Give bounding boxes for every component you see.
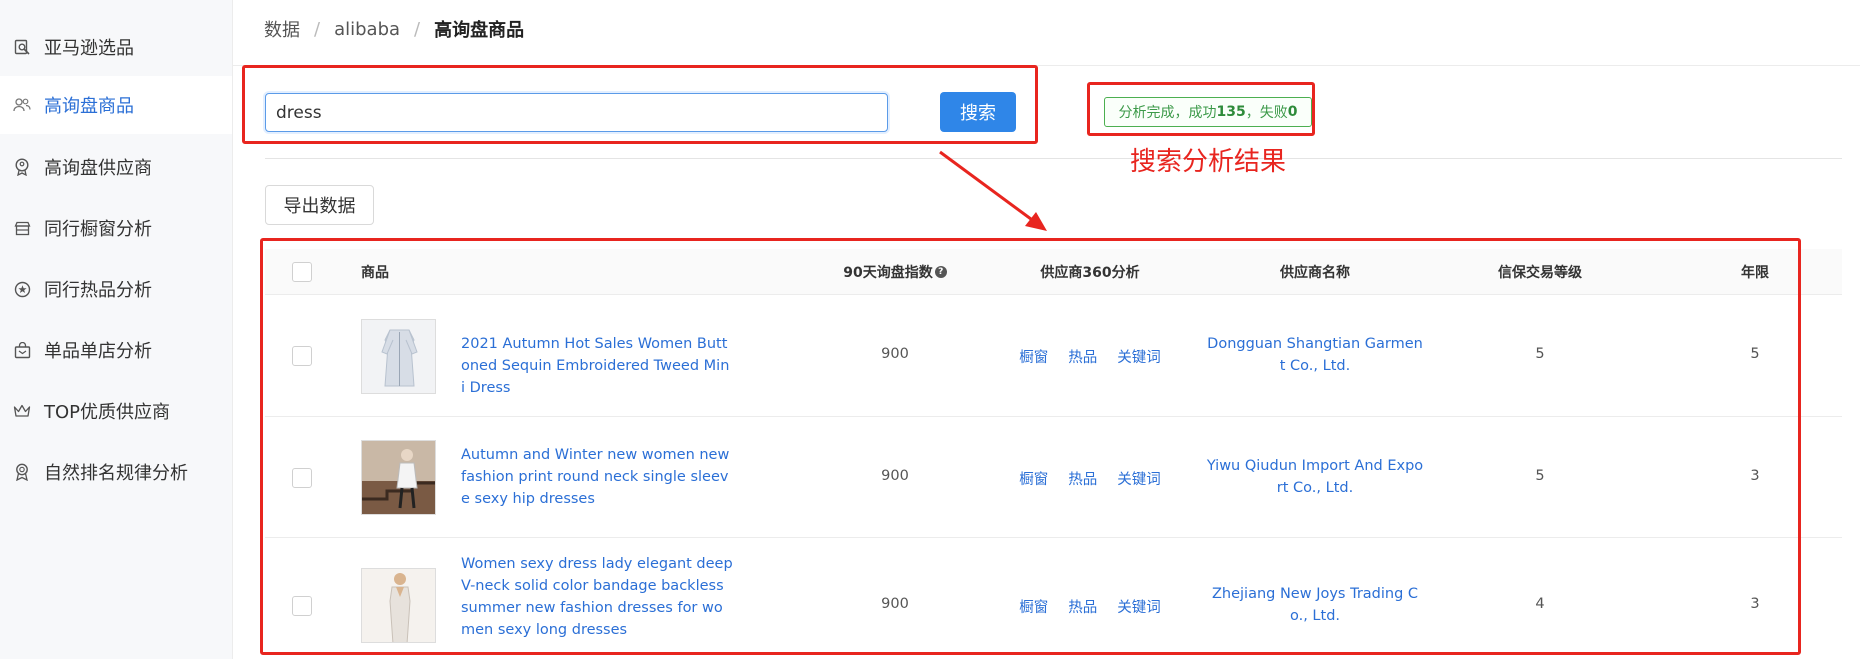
crown-icon	[13, 402, 31, 420]
shop-bag-icon	[13, 341, 31, 359]
breadcrumb-separator: /	[314, 18, 321, 40]
app-root: 亚马逊选品 高询盘商品 高询盘供应商 同行橱窗分析 同行热品分析 单品单店分析 …	[0, 0, 1860, 659]
sidebar: 亚马逊选品 高询盘商品 高询盘供应商 同行橱窗分析 同行热品分析 单品单店分析 …	[0, 0, 233, 659]
years: 3	[1750, 596, 1760, 612]
showcase-link[interactable]: 橱窗	[1019, 346, 1048, 367]
search-button[interactable]: 搜索	[940, 92, 1016, 132]
badge-icon	[13, 158, 31, 176]
row-checkbox[interactable]	[292, 596, 312, 616]
keywords-link[interactable]: 关键词	[1117, 596, 1161, 617]
divider	[233, 65, 1860, 66]
analysis-links: 橱窗 热品 关键词	[980, 468, 1200, 489]
export-data-button[interactable]: 导出数据	[265, 185, 374, 225]
search-input[interactable]	[265, 93, 888, 132]
sidebar-item-natural-ranking[interactable]: 自然排名规律分析	[0, 443, 232, 501]
breadcrumb-item-alibaba[interactable]: alibaba	[334, 19, 400, 40]
sidebar-item-label: 自然排名规律分析	[44, 463, 188, 484]
help-icon[interactable]: ?	[934, 266, 947, 278]
product-title-link[interactable]: 2021 Autumn Hot Sales Women Buttoned Seq…	[461, 333, 733, 399]
sidebar-item-label: 同行橱窗分析	[44, 219, 152, 240]
status-fail-count: 0	[1287, 104, 1298, 120]
breadcrumb: 数据 / alibaba / 高询盘商品	[264, 14, 524, 44]
hot-products-link[interactable]: 热品	[1068, 468, 1097, 489]
keywords-link[interactable]: 关键词	[1117, 468, 1161, 489]
product-thumbnail[interactable]	[361, 440, 436, 515]
years: 5	[1750, 346, 1760, 362]
supplier-name-link[interactable]: Zhejiang New Joys Trading Co., Ltd.	[1205, 583, 1425, 627]
analysis-links: 橱窗 热品 关键词	[980, 596, 1200, 617]
column-header-inquiry-label: 90天询盘指数	[843, 265, 933, 281]
showcase-link[interactable]: 橱窗	[1019, 468, 1048, 489]
hot-products-link[interactable]: 热品	[1068, 346, 1097, 367]
sidebar-item-label: 单品单店分析	[44, 341, 152, 362]
trade-level: 4	[1535, 596, 1545, 612]
award-icon	[13, 463, 31, 481]
product-title-link[interactable]: Autumn and Winter new women new fashion …	[461, 444, 733, 510]
star-circle-icon	[13, 280, 31, 298]
breadcrumb-separator: /	[414, 18, 421, 40]
sidebar-item-top-suppliers[interactable]: TOP优质供应商	[0, 382, 232, 440]
status-success-count: 135	[1216, 104, 1246, 120]
product-thumbnail[interactable]	[361, 319, 436, 394]
table-row: 2021 Autumn Hot Sales Women Buttoned Seq…	[265, 295, 1842, 417]
column-header-years: 年限	[1741, 265, 1769, 281]
sidebar-item-single-store-analysis[interactable]: 单品单店分析	[0, 321, 232, 379]
sidebar-item-competitor-hot-products[interactable]: 同行热品分析	[0, 260, 232, 318]
table-row: Women sexy dress lady elegant deep V-nec…	[265, 538, 1842, 659]
trade-level: 5	[1535, 468, 1545, 484]
users-icon	[13, 96, 31, 114]
status-middle: ，失败	[1245, 105, 1288, 121]
sidebar-item-label: 同行热品分析	[44, 280, 152, 301]
showcase-link[interactable]: 橱窗	[1019, 596, 1048, 617]
column-header-supplier: 供应商名称	[1280, 265, 1350, 281]
table-header: 商品 90天询盘指数? 供应商360分析 供应商名称 信保交易等级 年限	[265, 249, 1842, 295]
sidebar-item-competitor-showcase[interactable]: 同行橱窗分析	[0, 199, 232, 257]
row-checkbox[interactable]	[292, 468, 312, 488]
sidebar-item-amazon-selection[interactable]: 亚马逊选品	[0, 18, 232, 76]
supplier-name-link[interactable]: Dongguan Shangtian Garment Co., Ltd.	[1205, 333, 1425, 377]
sidebar-item-label: 亚马逊选品	[44, 38, 134, 59]
search-doc-icon	[13, 38, 31, 56]
product-title-link[interactable]: Women sexy dress lady elegant deep V-nec…	[461, 553, 733, 641]
trade-level: 5	[1535, 346, 1545, 362]
store-icon	[13, 219, 31, 237]
inquiry-index: 900	[881, 468, 909, 484]
inquiry-index: 900	[881, 596, 909, 612]
column-header-trade-level: 信保交易等级	[1498, 265, 1582, 281]
status-badge: 分析完成，成功 135 ，失败 0	[1104, 97, 1312, 127]
product-thumbnail[interactable]	[361, 568, 436, 643]
breadcrumb-current: 高询盘商品	[434, 20, 525, 41]
table-row: Autumn and Winter new women new fashion …	[265, 417, 1842, 538]
inquiry-index: 900	[881, 346, 909, 362]
hot-products-link[interactable]: 热品	[1068, 596, 1097, 617]
row-checkbox[interactable]	[292, 346, 312, 366]
sidebar-item-label: TOP优质供应商	[44, 402, 171, 423]
sidebar-item-label: 高询盘商品	[44, 96, 134, 117]
sidebar-item-high-inquiry-products[interactable]: 高询盘商品	[0, 76, 232, 134]
column-header-inquiry: 90天询盘指数?	[795, 249, 995, 295]
keywords-link[interactable]: 关键词	[1117, 346, 1161, 367]
divider	[265, 158, 1842, 159]
analysis-links: 橱窗 热品 关键词	[980, 346, 1200, 367]
supplier-name-link[interactable]: Yiwu Qiudun Import And Export Co., Ltd.	[1205, 455, 1425, 499]
years: 3	[1750, 468, 1760, 484]
select-all-checkbox[interactable]	[292, 262, 312, 282]
sidebar-item-label: 高询盘供应商	[44, 158, 152, 179]
column-header-analysis: 供应商360分析	[1040, 265, 1140, 281]
status-prefix: 分析完成，成功	[1118, 105, 1217, 121]
annotation-label: 搜索分析结果	[1130, 147, 1287, 177]
sidebar-item-high-inquiry-suppliers[interactable]: 高询盘供应商	[0, 138, 232, 196]
column-header-product: 商品	[361, 265, 389, 281]
breadcrumb-item-data[interactable]: 数据	[264, 16, 300, 42]
